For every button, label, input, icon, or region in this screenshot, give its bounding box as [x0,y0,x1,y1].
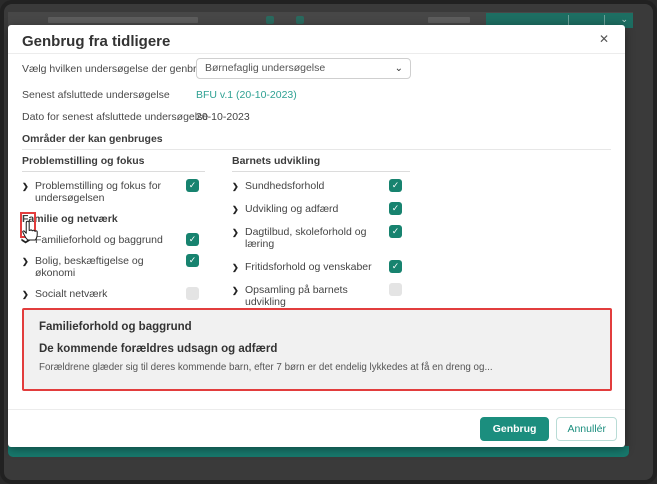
area-item-socialt-netvaerk[interactable]: ❯ Socialt netværk ✓ [22,287,205,301]
check-icon: ✓ [188,180,197,190]
chevron-right-icon[interactable]: ❯ [22,256,29,268]
background-icon [266,16,274,24]
check-icon: ✓ [188,234,197,244]
area-item-dagtilbud[interactable]: ❯ Dagtilbud, skoleforhold og læring ✓ [232,225,410,250]
screenshot-frame: ⌄ Genbrug fra tidligere ✕ Vælg hvilken u… [0,0,657,484]
divider [8,409,625,410]
area-item-label: Dagtilbud, skoleforhold og læring [245,226,367,250]
area-item-problemstilling-undersoegelsen[interactable]: ❯ Problemstilling og fokus for undersøge… [22,179,205,204]
divider [22,149,611,150]
check-icon: ✓ [391,226,400,236]
group-header-barnets-udvikling: Barnets udvikling [232,155,410,172]
preview-subtitle: De kommende forældres udsagn og adfærd [39,343,278,355]
check-icon: ✓ [188,255,197,265]
checkbox[interactable]: ✓ [186,254,199,267]
area-item-familieforhold[interactable]: ❯ Familieforhold og baggrund ✓ [21,233,205,246]
hand-cursor-icon [22,220,38,241]
area-item-bolig[interactable]: ❯ Bolig, beskæftigelse og økonomi ✓ [22,254,205,279]
group-header-problemstilling: Problemstilling og fokus [22,155,205,172]
area-item-label: Sundhedsforhold [245,180,325,192]
area-item-label: Fritidsforhold og venskaber [245,261,372,273]
latest-survey-date-value: 20-10-2023 [196,111,250,123]
area-item-label: Familieforhold og baggrund [35,234,163,246]
survey-select[interactable]: Børnefaglig undersøgelse ⌄ [196,58,411,79]
check-icon: ✓ [391,203,400,213]
checkbox[interactable]: ✓ [389,260,402,273]
preview-body-text: Forældrene glæder sig til deres kommende… [39,362,493,373]
checkbox[interactable]: ✓ [186,287,199,300]
check-icon: ✓ [391,261,400,271]
latest-survey-label: Senest afsluttede undersøgelse [22,89,170,101]
checkbox[interactable]: ✓ [389,283,402,296]
dialog-footer: Genbrug Annullér [479,417,617,441]
chevron-right-icon[interactable]: ❯ [232,285,239,297]
preview-panel: Familieforhold og baggrund De kommende f… [22,308,612,391]
genbrug-button[interactable]: Genbrug [479,417,550,441]
checkbox[interactable]: ✓ [389,179,402,192]
area-item-opsamling-barnet[interactable]: ❯ Opsamling på barnets udvikling ✓ [232,283,410,308]
background-text-blob [48,17,198,23]
preview-title: Familieforhold og baggrund [39,321,192,333]
checkbox[interactable]: ✓ [186,179,199,192]
area-item-label: Opsamling på barnets udvikling [245,284,348,308]
background-teal-footer-bar [8,446,629,457]
chevron-right-icon[interactable]: ❯ [232,204,239,216]
annuller-button[interactable]: Annullér [556,417,617,441]
chevron-down-icon: ⌄ [620,14,628,24]
area-item-label: Bolig, beskæftigelse og økonomi [35,255,144,279]
areas-heading: Områder der kan genbruges [22,133,163,145]
checkbox[interactable]: ✓ [389,202,402,215]
background-icon [296,16,304,24]
chevron-right-icon[interactable]: ❯ [22,289,29,301]
group-header-familie-netvaerk: Familie og netværk [22,213,118,225]
latest-survey-date-label: Dato for senest afsluttede undersøgelse [22,111,209,123]
reuse-dialog: Genbrug fra tidligere ✕ Vælg hvilken und… [8,25,625,447]
area-item-fritidsforhold[interactable]: ❯ Fritidsforhold og venskaber ✓ [232,260,410,274]
close-icon[interactable]: ✕ [599,32,609,46]
area-item-sundhedsforhold[interactable]: ❯ Sundhedsforhold ✓ [232,179,410,193]
divider [8,53,625,54]
area-item-label: Problemstilling og fokus for undersøgels… [35,180,162,204]
checkbox[interactable]: ✓ [389,225,402,238]
dialog-title: Genbrug fra tidligere [22,33,171,50]
latest-survey-link[interactable]: BFU v.1 (20-10-2023) [196,89,297,101]
chevron-right-icon[interactable]: ❯ [232,227,239,239]
survey-select-value: Børnefaglig undersøgelse [205,62,326,74]
chevron-right-icon[interactable]: ❯ [232,181,239,193]
chevron-right-icon[interactable]: ❯ [232,262,239,274]
area-item-label: Udvikling og adfærd [245,203,339,215]
background-text-blob [428,17,470,23]
area-item-udvikling-adfaerd[interactable]: ❯ Udvikling og adfærd ✓ [232,202,410,216]
checkbox[interactable]: ✓ [186,233,199,246]
chevron-right-icon[interactable]: ❯ [22,181,29,193]
chevron-down-icon: ⌄ [394,63,403,74]
check-icon: ✓ [391,180,400,190]
area-item-label: Socialt netværk [35,288,108,300]
